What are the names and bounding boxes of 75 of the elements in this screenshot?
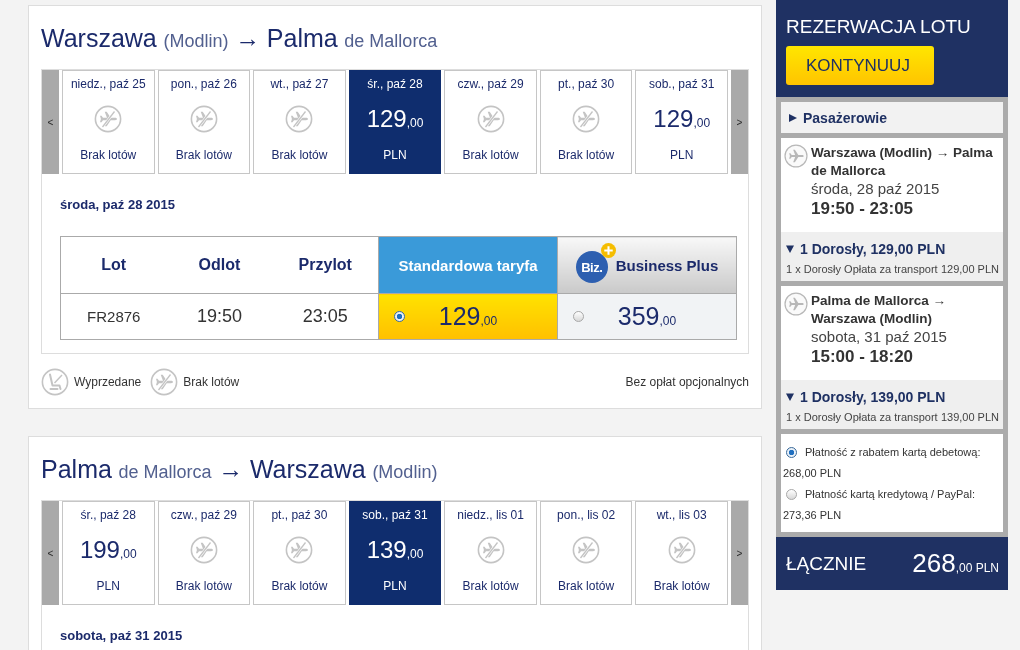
date-option[interactable]: pt., paź 30 Brak lotów — [253, 501, 346, 605]
radio-button[interactable] — [786, 447, 797, 458]
fare-line-label: 1 x Dorosły Opłata za transport — [786, 263, 938, 275]
date-option[interactable]: pon., paź 26 Brak lotów — [157, 70, 251, 174]
payment-label: Płatność z rabatem kartą debetową: — [805, 445, 981, 460]
biz-logo: Biz. — [575, 251, 608, 283]
plane-slash-icon — [476, 104, 505, 133]
legend-label: Brak lotów — [183, 375, 240, 389]
flight-date: sobota, 31 paź 2015 — [811, 328, 948, 346]
plane-slash-icon — [150, 368, 179, 396]
fare-summary-toggle[interactable]: 1 Dorosły, 139,00 PLN — [786, 389, 946, 405]
previous-button[interactable]: < — [42, 70, 59, 174]
passengers-toggle[interactable]: Pasażerowie — [781, 102, 1003, 133]
fare-price: 129,00 — [438, 304, 498, 329]
plane-slash-icon — [572, 535, 601, 564]
route-title: Palma de Mallorca → Warszawa (Modlin) — [41, 454, 439, 485]
date-option[interactable]: śr., paź 28 199,00 PLN — [62, 501, 155, 605]
date-option[interactable]: pt., paź 30 Brak lotów — [539, 70, 633, 174]
table-cell: 19:50 — [166, 293, 273, 340]
column-header: Business Plus — [615, 256, 719, 274]
fare-price: 359,00 — [617, 304, 677, 329]
plane-slash-icon — [285, 104, 314, 133]
plane-icon — [784, 292, 808, 316]
total-label: ŁĄCZNIE — [786, 552, 867, 575]
next-button[interactable]: > — [731, 70, 748, 174]
payment-amount: 268,00 PLN — [783, 466, 843, 481]
plane-slash-icon — [285, 535, 314, 564]
table-cell: 23:05 — [272, 293, 379, 340]
flight-date: środa, 28 paź 2015 — [811, 180, 941, 198]
column-header: Standardowa taryfa — [398, 256, 538, 274]
date-option[interactable]: czw., paź 29 Brak lotów — [444, 70, 537, 174]
legend-label: Wyprzedane — [74, 375, 142, 389]
flight-route: Warszawa (Modlin) → Palma de Mallorca — [811, 144, 994, 180]
fare-line-amount: 129,00 PLN — [940, 263, 999, 275]
plus-icon — [600, 243, 616, 258]
fare-line-amount: 139,00 PLN — [940, 411, 999, 423]
date-option[interactable]: śr., paź 28 129,00 PLN — [348, 70, 442, 174]
column-header: Odlot — [166, 236, 273, 294]
column-header: Lot — [60, 236, 167, 294]
table-cell: FR2876 — [60, 293, 167, 340]
date-option[interactable]: niedz., lis 01 Brak lotów — [444, 501, 537, 605]
route-title: Warszawa (Modlin) → Palma de Mallorca — [41, 23, 439, 54]
flight-time: 15:00 - 18:20 — [811, 346, 915, 368]
date-option[interactable]: wt., paź 27 Brak lotów — [253, 70, 346, 174]
plane-slash-icon — [189, 104, 218, 133]
radio-button[interactable] — [573, 311, 584, 322]
previous-button[interactable]: < — [42, 501, 59, 605]
booking-title: REZERWACJA LOTU — [786, 16, 972, 38]
date-option[interactable]: sob., paź 31 139,00 PLN — [348, 501, 442, 605]
payment-label: Płatność kartą kredytową / PayPal: — [805, 487, 975, 502]
total-amount: 268,00 PLN — [912, 548, 999, 579]
day-heading: środa, paź 28 2015 — [60, 197, 176, 213]
date-option[interactable]: niedz., paź 25 Brak lotów — [62, 70, 155, 174]
flight-route: Palma de Mallorca → Warszawa (Modlin) — [811, 292, 948, 328]
payment-amount: 273,36 PLN — [783, 508, 843, 523]
seat-slash-icon — [41, 368, 69, 396]
plane-icon — [784, 144, 808, 168]
fare-summary-toggle[interactable]: 1 Dorosły, 129,00 PLN — [786, 241, 946, 257]
date-option[interactable]: sob., paź 31 129,00 PLN — [635, 70, 728, 174]
plane-slash-icon — [572, 104, 601, 133]
note-text: Bez opłat opcjonalnych — [625, 375, 749, 389]
next-button[interactable]: > — [731, 501, 748, 605]
plane-slash-icon — [189, 535, 218, 564]
day-heading: sobota, paź 31 2015 — [60, 628, 184, 644]
plane-slash-icon — [94, 104, 123, 133]
radio-button[interactable] — [786, 489, 797, 500]
plane-slash-icon — [476, 535, 505, 564]
fare-line-label: 1 x Dorosły Opłata za transport — [786, 411, 938, 423]
date-option[interactable]: czw., paź 29 Brak lotów — [157, 501, 251, 605]
plane-slash-icon — [667, 535, 696, 564]
date-option[interactable]: pon., lis 02 Brak lotów — [539, 501, 633, 605]
flight-time: 19:50 - 23:05 — [811, 198, 915, 220]
date-option[interactable]: wt., lis 03 Brak lotów — [635, 501, 728, 605]
continue-button[interactable]: KONTYNUUJ — [786, 46, 934, 85]
radio-button[interactable] — [394, 311, 405, 322]
